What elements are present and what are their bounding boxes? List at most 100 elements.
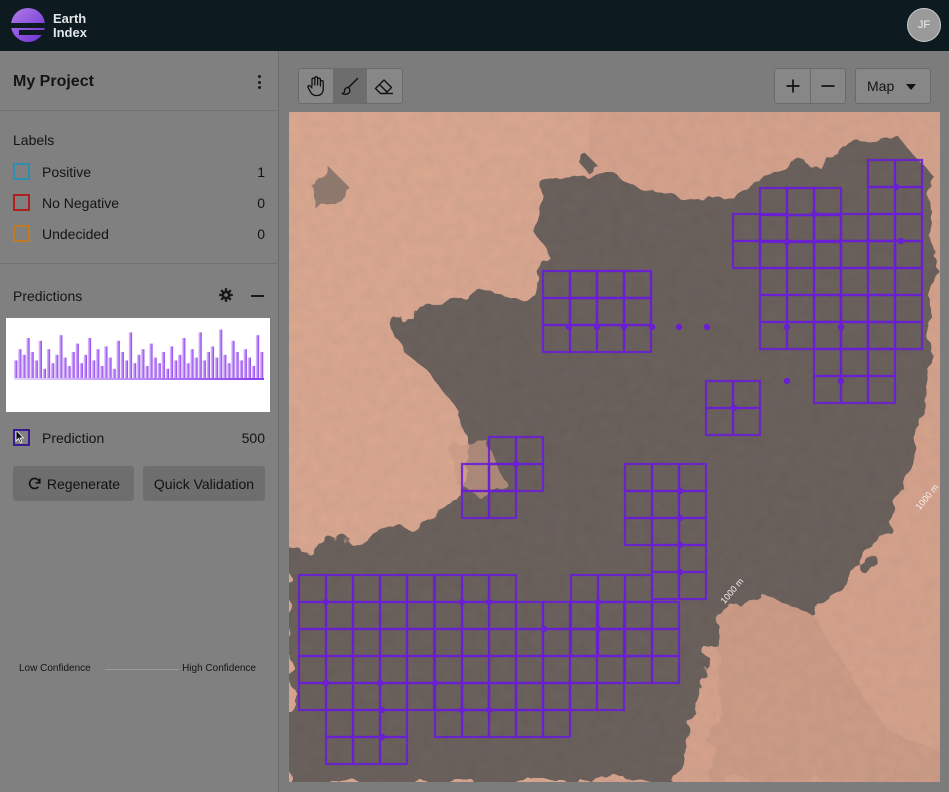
prediction-point <box>837 377 845 385</box>
histogram-bar <box>182 338 186 380</box>
label-swatch[interactable] <box>13 163 30 180</box>
sidebar: My Project Labels Positive 1 No Negative… <box>0 51 279 792</box>
histogram-bar <box>194 357 198 380</box>
histogram-bar <box>18 349 22 380</box>
prediction-point <box>783 323 791 331</box>
user-avatar[interactable]: JF <box>907 8 941 42</box>
hand-icon <box>307 76 324 97</box>
prediction-point <box>594 625 602 633</box>
prediction-point <box>730 404 738 412</box>
satellite-imagery[interactable] <box>289 112 940 782</box>
histogram-bar <box>104 346 108 380</box>
histogram-bar <box>190 349 194 380</box>
histogram-bar <box>14 360 18 380</box>
histogram-bar <box>54 354 59 380</box>
prediction-point <box>703 323 711 331</box>
zoom-in-button[interactable] <box>775 69 810 103</box>
histogram-bar <box>251 366 256 380</box>
histogram-bar <box>210 346 215 380</box>
histogram-bar <box>235 352 239 380</box>
brand-name: Earth Index <box>53 11 87 40</box>
prediction-point <box>322 679 330 687</box>
refresh-icon <box>28 477 41 490</box>
prediction-point <box>458 706 466 714</box>
minus-icon <box>821 85 835 87</box>
prediction-point <box>485 598 493 606</box>
prediction-point <box>322 598 330 606</box>
histogram-bar <box>186 363 190 380</box>
top-bar: Earth Index JF <box>0 0 949 51</box>
gear-icon[interactable] <box>219 288 233 302</box>
brush-tool[interactable] <box>333 69 367 103</box>
map-panel: Map 1000 m 1000 m <box>280 51 949 792</box>
histogram-bar <box>75 343 79 380</box>
histogram-bar <box>231 340 235 380</box>
divider <box>0 263 279 264</box>
plus-icon <box>786 79 799 93</box>
regenerate-button[interactable]: Regenerate <box>13 466 134 501</box>
prediction-row[interactable]: Prediction 500 <box>13 428 265 448</box>
label-count: 0 <box>257 226 265 242</box>
histogram-bar <box>30 352 34 380</box>
label-row-positive[interactable]: Positive 1 <box>13 162 265 182</box>
histogram-bar <box>124 360 129 380</box>
erase-tool[interactable] <box>367 69 401 103</box>
pan-tool[interactable] <box>299 69 333 103</box>
histogram-bar <box>91 360 96 380</box>
label-count: 1 <box>257 164 265 180</box>
histogram-bar <box>177 354 182 380</box>
histogram-bar <box>63 357 67 380</box>
histogram-bar <box>227 363 231 380</box>
label-row-undecided[interactable]: Undecided 0 <box>13 224 265 244</box>
histogram-bar <box>169 346 174 380</box>
histogram-bar <box>26 338 30 380</box>
prediction-point <box>783 238 791 246</box>
map-type-select[interactable]: Map <box>855 68 931 104</box>
histogram-bar <box>22 354 26 380</box>
histogram-chart[interactable] <box>14 324 264 380</box>
histogram-bar <box>108 357 112 380</box>
prediction-point <box>675 323 683 331</box>
histogram-bar <box>46 349 51 380</box>
prediction-point <box>676 568 684 576</box>
histogram-bar <box>223 354 227 380</box>
histogram-bar <box>173 360 178 380</box>
prediction-point <box>565 323 573 331</box>
prediction-point <box>593 323 601 331</box>
label-name: No Negative <box>42 195 120 211</box>
prediction-point <box>431 679 439 687</box>
histogram-bar <box>100 366 104 380</box>
prediction-point <box>540 625 548 633</box>
histogram-bar <box>202 360 206 380</box>
prediction-point <box>378 706 386 714</box>
prediction-point <box>376 679 384 687</box>
regenerate-label: Regenerate <box>46 475 121 492</box>
label-swatch[interactable] <box>13 225 30 242</box>
confidence-histogram[interactable]: Low Confidence High Confidence <box>6 318 270 674</box>
prediction-point <box>897 237 905 245</box>
prediction-point <box>594 598 602 606</box>
histogram-bar <box>218 329 223 380</box>
histogram-bar <box>157 363 161 380</box>
histogram-bar <box>38 340 42 380</box>
minus-icon[interactable] <box>251 295 264 297</box>
confidence-divider <box>105 669 179 670</box>
histogram-bar <box>116 340 120 380</box>
zoom-controls <box>774 68 846 104</box>
histogram-bar <box>120 352 124 380</box>
label-swatch[interactable] <box>13 194 30 211</box>
earth-index-logo[interactable] <box>10 7 46 43</box>
histogram-bar <box>149 343 153 380</box>
satellite-map[interactable]: 1000 m 1000 m <box>289 112 940 782</box>
kebab-icon[interactable] <box>252 73 266 91</box>
quick-validation-button[interactable]: Quick Validation <box>143 466 265 501</box>
prediction-swatch[interactable] <box>13 429 30 446</box>
histogram-bar <box>239 360 243 380</box>
zoom-out-button[interactable] <box>810 69 845 103</box>
brush-icon <box>341 77 359 95</box>
histogram-bar <box>71 352 75 380</box>
histogram-bar <box>141 349 145 380</box>
label-row-no-negative[interactable]: No Negative 0 <box>13 193 265 213</box>
eraser-icon <box>374 79 393 95</box>
caret-down-icon <box>906 84 916 90</box>
